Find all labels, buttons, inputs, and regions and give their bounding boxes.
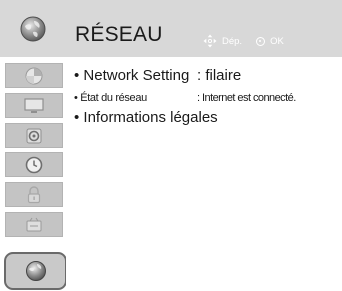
network-icon: [25, 261, 46, 281]
page-title: RÉSEAU: [75, 23, 163, 46]
options-icon: [26, 217, 42, 231]
menu-item-label: • Network Setting: [74, 67, 190, 84]
lock-icon: [27, 185, 41, 203]
settings-screen: RÉSEAU Dép. OK • Network Setting : filai…: [0, 0, 342, 291]
sidebar-item-audio[interactable]: [5, 123, 63, 148]
sidebar-item-screen[interactable]: [5, 93, 63, 118]
sidebar-item-options[interactable]: [5, 212, 63, 237]
ok-hint-label: OK: [270, 35, 284, 47]
network-setting-value: : filaire: [197, 67, 242, 84]
clock-icon: [25, 156, 43, 173]
menu-item-label: • Informations légales: [74, 109, 218, 126]
menu-item-network-status[interactable]: • État du réseau: [74, 92, 147, 104]
sidebar-item-network[interactable]: [4, 252, 67, 290]
audio-icon: [26, 128, 42, 143]
globe-icon: [20, 16, 46, 41]
sidebar-item-lock[interactable]: [5, 182, 63, 207]
menu-header: RÉSEAU Dép. OK: [66, 0, 342, 57]
menu-item-label: • État du réseau: [74, 92, 147, 104]
ok-button-icon: [256, 36, 266, 46]
category-sidebar: [0, 0, 67, 291]
move-hint-label: Dép.: [222, 35, 243, 47]
network-status-value: : Internet est connecté.: [197, 92, 296, 104]
screen-icon: [24, 97, 44, 113]
menu-item-network-setting[interactable]: • Network Setting: [74, 67, 189, 84]
menu-item-legal-info[interactable]: • Informations légales: [74, 109, 218, 126]
move-arrows-icon: [203, 34, 217, 48]
sidebar-item-picture[interactable]: [5, 63, 63, 88]
picture-icon: [25, 67, 43, 84]
sidebar-header: [0, 0, 66, 57]
menu-content: • Network Setting : filaire • État du ré…: [66, 57, 342, 291]
navigation-hint: Dép. OK: [203, 34, 284, 48]
sidebar-item-time[interactable]: [5, 152, 63, 177]
